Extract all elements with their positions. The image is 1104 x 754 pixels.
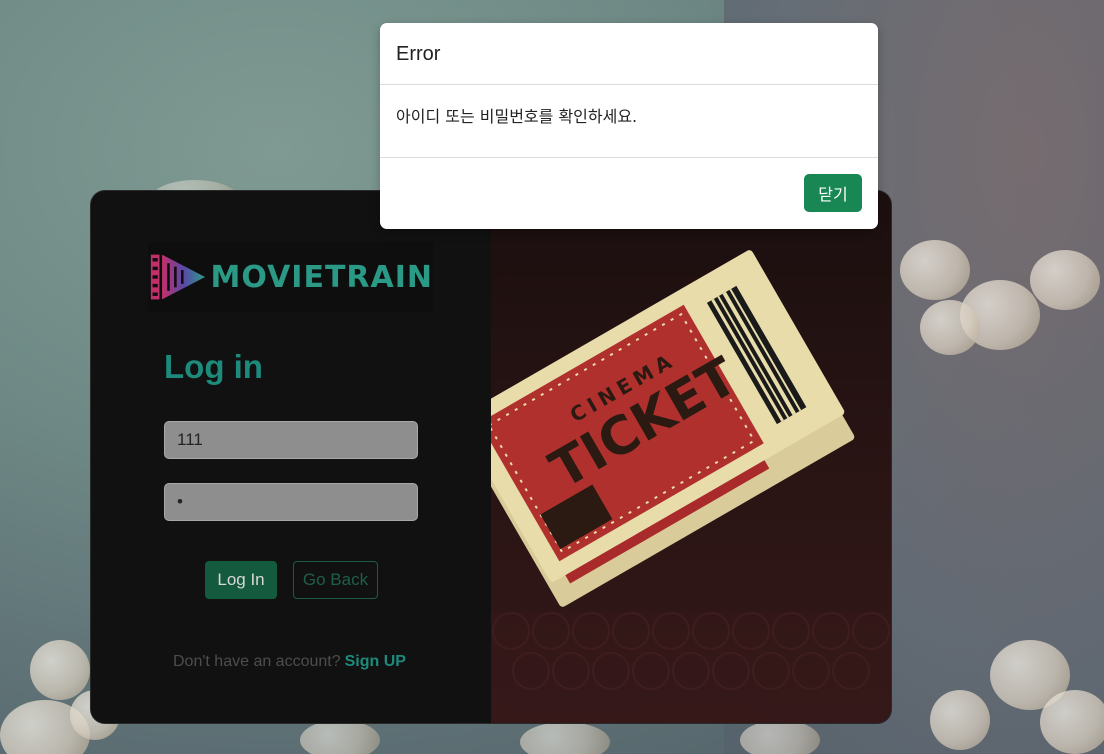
signup-link[interactable]: Sign UP: [345, 653, 406, 670]
popcorn-piece: [740, 720, 820, 754]
login-title: Log in: [164, 348, 263, 385]
login-card: MOVIETRAIN Log in Log In Go Back Don't h…: [91, 191, 891, 723]
popcorn-piece: [900, 240, 970, 300]
modal-footer: 닫기: [380, 158, 878, 229]
popcorn-piece: [1030, 250, 1100, 310]
ticket-illustration: CINEMA TICKET: [491, 191, 891, 723]
play-film-icon: [150, 254, 206, 300]
login-panel: MOVIETRAIN Log in Log In Go Back Don't h…: [91, 191, 491, 723]
cinema-ticket-image: CINEMA TICKET: [491, 250, 891, 723]
username-input[interactable]: [164, 421, 418, 459]
curtain-pattern: [491, 611, 891, 723]
signup-prompt-row: Don't have an account? Sign UP: [173, 653, 406, 671]
modal-header: Error: [380, 23, 878, 85]
modal-message: 아이디 또는 비밀번호를 확인하세요.: [396, 107, 638, 126]
password-input[interactable]: [164, 483, 418, 521]
modal-title: Error: [396, 43, 441, 65]
login-button[interactable]: Log In: [205, 561, 277, 599]
logo-text: MOVIETRAIN: [210, 259, 433, 295]
popcorn-piece: [930, 690, 990, 750]
close-button[interactable]: 닫기: [804, 174, 862, 212]
popcorn-piece: [920, 300, 980, 355]
popcorn-piece: [520, 722, 610, 754]
error-modal: Error 아이디 또는 비밀번호를 확인하세요. 닫기: [380, 23, 878, 229]
modal-body: 아이디 또는 비밀번호를 확인하세요.: [380, 85, 878, 158]
go-back-button[interactable]: Go Back: [293, 561, 378, 599]
brand-logo: MOVIETRAIN: [148, 242, 433, 312]
popcorn-piece: [1040, 690, 1104, 754]
signup-prompt: Don't have an account?: [173, 653, 341, 670]
popcorn-piece: [30, 640, 90, 700]
popcorn-piece: [300, 720, 380, 754]
